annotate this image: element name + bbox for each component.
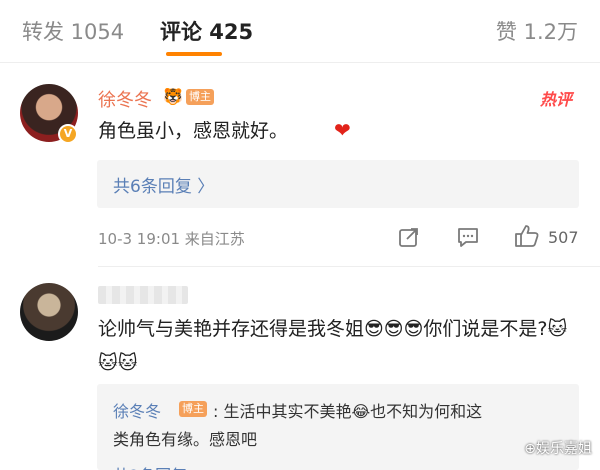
avatar[interactable] xyxy=(20,283,78,341)
reply-preview[interactable]: 徐冬冬 博主 : 生活中其实不美艳😂也不知为何和这 类角色有缘。感恩吧 共2条回… xyxy=(97,384,579,470)
thumbs-up-icon[interactable] xyxy=(514,224,540,254)
tabs-divider xyxy=(0,62,600,63)
tab-likes[interactable]: 赞 1.2万 xyxy=(496,16,578,46)
reply-text-continued: 类角色有缘。感恩吧 xyxy=(113,430,258,449)
view-replies-link[interactable]: 共6条回复 〉 xyxy=(113,172,214,197)
verified-badge-icon: V xyxy=(58,124,78,144)
view-replies-link[interactable]: 共2条回复 xyxy=(113,462,187,470)
comment-text: 角色虽小，感恩就好。 xyxy=(98,120,289,142)
comment-divider xyxy=(98,266,600,267)
watermark: ⊕娱乐嘉姐 xyxy=(524,441,592,457)
tab-comments[interactable]: 评论 425 xyxy=(160,16,253,46)
tiger-badge-icon: 🐯 xyxy=(163,87,183,106)
comment-username[interactable]: 徐冬冬 xyxy=(98,86,152,112)
comment-text: 论帅气与美艳并存还得是我冬姐😎😎😎你们说是不是?🐱🐱🐱 xyxy=(98,318,568,374)
comment-meta: 10-3 19:01 来自江苏 xyxy=(98,230,245,248)
comment-tabs: 转发 1054 评论 425 赞 1.2万 xyxy=(0,0,600,62)
share-icon[interactable] xyxy=(398,226,420,253)
reply-text: : 生活中其实不美艳😂也不知为何和这 xyxy=(213,402,483,421)
hot-comment-tag: 热评 xyxy=(539,90,572,109)
reply-username[interactable]: 徐冬冬 xyxy=(113,398,161,422)
active-tab-indicator xyxy=(166,52,222,56)
comment-icon[interactable] xyxy=(456,226,480,253)
author-tag: 博主 xyxy=(186,89,214,105)
blurred-username[interactable] xyxy=(98,286,188,304)
heart-icon: ❤ xyxy=(334,118,351,142)
author-tag: 博主 xyxy=(179,401,207,417)
tab-repost[interactable]: 转发 1054 xyxy=(22,16,124,46)
reply-summary[interactable]: 共6条回复 〉 xyxy=(97,160,579,208)
like-count: 507 xyxy=(548,228,579,247)
